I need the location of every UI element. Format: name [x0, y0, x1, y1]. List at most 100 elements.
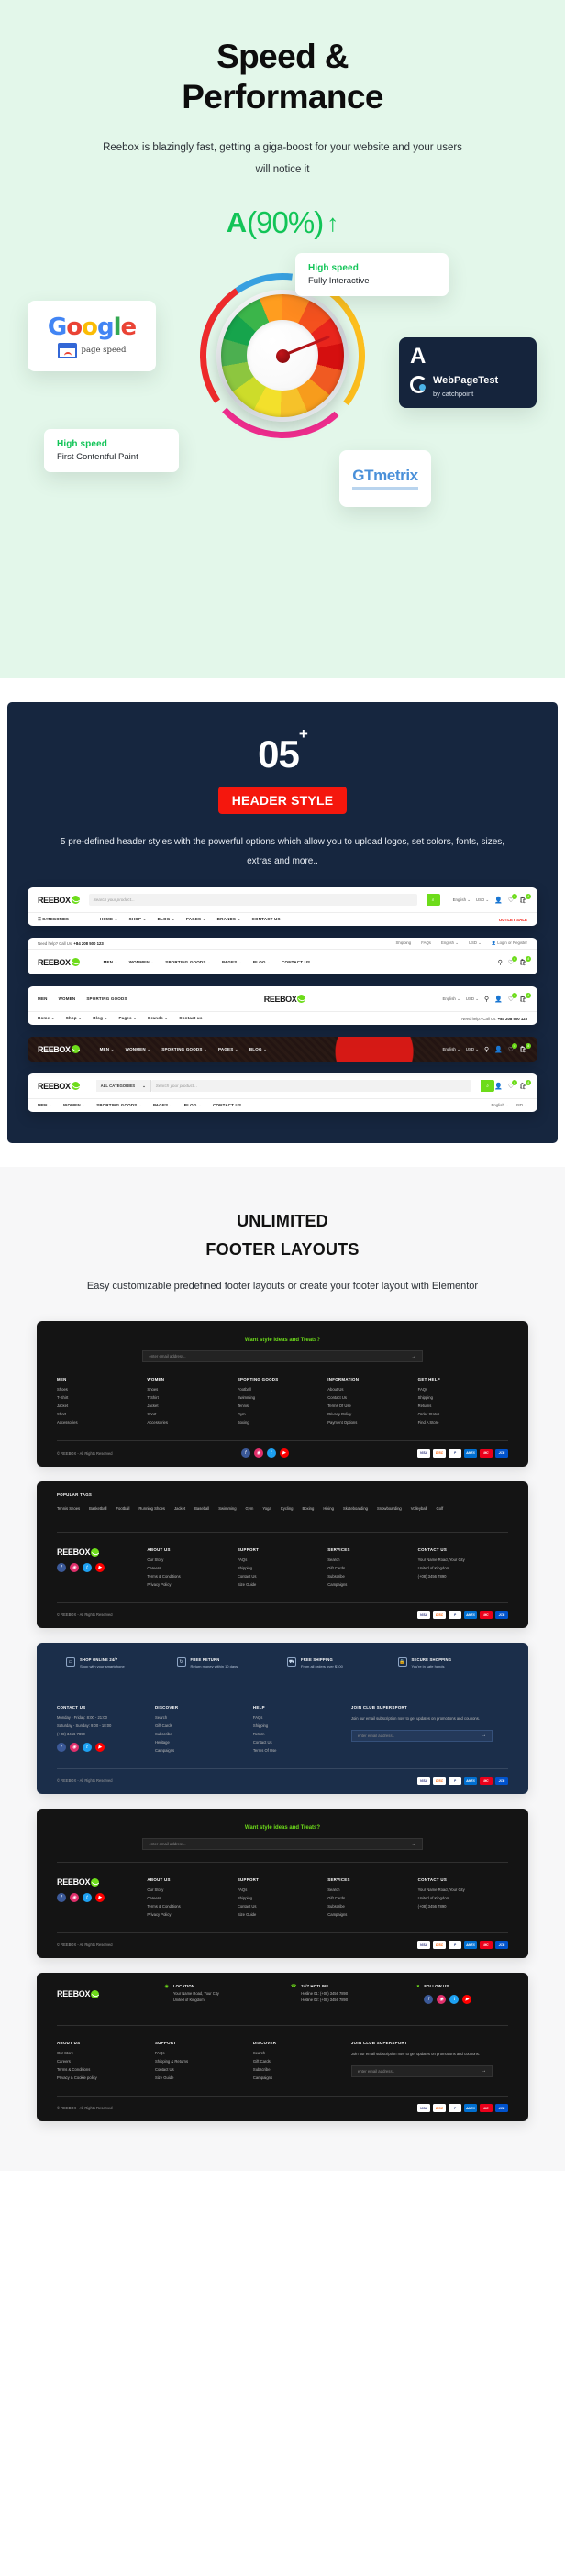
list-item[interactable]: Short [57, 1412, 147, 1416]
account-icon[interactable]: 👤 [494, 897, 503, 904]
search-button[interactable]: ⌕ [426, 894, 440, 906]
menu-item-blog[interactable]: BLOG [253, 960, 271, 965]
list-item[interactable]: Heritage [155, 1740, 253, 1745]
account-icon[interactable]: 👤 [494, 996, 503, 1003]
menu-item-contact[interactable]: CONTACT US [213, 1103, 241, 1108]
tag-item[interactable]: Jacket [174, 1506, 185, 1511]
tag-item[interactable]: Tennis Shoes [57, 1506, 80, 1511]
menu-item-contact[interactable]: CONTACT US [282, 960, 310, 965]
youtube-icon[interactable]: ▶ [279, 1448, 289, 1459]
tag-item[interactable]: Running Shoes [138, 1506, 165, 1511]
list-item[interactable]: Short [147, 1412, 237, 1416]
menu-item-sporting-goods[interactable]: SPORTING GOODS [161, 1047, 207, 1052]
list-item[interactable]: Careers [57, 2059, 155, 2064]
list-item[interactable]: Subscribe [253, 2067, 351, 2072]
brand-logo[interactable]: REEBOX [38, 1082, 80, 1091]
brand-logo[interactable]: REEBOX [57, 1989, 149, 1998]
list-item[interactable]: Search [327, 1558, 417, 1562]
list-item[interactable]: Payment Options [327, 1420, 417, 1425]
currency-select[interactable]: USD ⌄ [515, 1103, 527, 1108]
tag-item[interactable]: Swimming [218, 1506, 236, 1511]
list-item[interactable]: Contact Us [253, 1740, 351, 1745]
list-item[interactable]: Privacy Policy [147, 1912, 237, 1917]
list-item[interactable]: Careers [147, 1566, 237, 1570]
footer-mockup-4[interactable]: Want style ideas and Treats? enter email… [37, 1809, 528, 1959]
menu-item-pages[interactable]: PAGES [153, 1103, 173, 1108]
categories-button[interactable]: ☰ CATEGORIES [38, 917, 69, 922]
instagram-icon[interactable]: ◉ [253, 1448, 263, 1459]
list-item[interactable]: Subscribe [155, 1732, 253, 1736]
list-item[interactable]: Gym [238, 1412, 327, 1416]
list-item[interactable]: Size Guide [155, 2075, 253, 2080]
search-icon[interactable]: ⚲ [484, 996, 489, 1003]
menu-item-sporting-goods[interactable]: SPORTING GOODS [96, 1103, 142, 1108]
list-item[interactable]: Search [155, 1715, 253, 1720]
header-mockup-2[interactable]: Need help? Call Us: +84 208 500 123 Ship… [28, 938, 537, 974]
list-item[interactable]: Terms & Conditions [147, 1904, 237, 1909]
list-item[interactable]: Gift Cards [327, 1566, 417, 1570]
list-item[interactable]: Campaigns [327, 1912, 417, 1917]
language-select[interactable]: English ⌄ [442, 996, 460, 1002]
footer-mockup-3[interactable]: ▭ SHOP ONLINE 24/7 Shop with your smartp… [37, 1643, 528, 1795]
list-item[interactable]: Our Story [147, 1888, 237, 1892]
facebook-icon[interactable]: f [240, 1448, 250, 1459]
tag-item[interactable]: Cycling [281, 1506, 294, 1511]
menu-item-sporting-goods[interactable]: SPORTING GOODS [86, 996, 127, 1001]
twitter-icon[interactable]: t [83, 1893, 92, 1903]
topbar-faqs[interactable]: FAQs [421, 941, 431, 946]
cart-icon[interactable]: 🛍 4 [519, 1079, 531, 1090]
list-item[interactable]: Contact Us [155, 2067, 253, 2072]
list-item[interactable]: T-Shirt [147, 1395, 237, 1400]
list-item[interactable]: Shipping [253, 1723, 351, 1728]
menu-item-home[interactable]: Home [38, 1016, 55, 1021]
instagram-icon[interactable]: ◉ [437, 1995, 447, 2005]
instagram-icon[interactable]: ◉ [70, 1743, 79, 1753]
newsletter-input[interactable]: enter email address.. → [350, 1729, 493, 1742]
list-item[interactable]: Search [327, 1888, 417, 1892]
search-icon[interactable]: ⚲ [498, 959, 503, 966]
list-item[interactable]: Boxing [238, 1420, 327, 1425]
submit-arrow-icon[interactable]: → [482, 1733, 486, 1738]
menu-item-pages[interactable]: PAGES [222, 960, 242, 965]
facebook-icon[interactable]: f [424, 1995, 434, 2005]
list-item[interactable]: Jacket [57, 1404, 147, 1408]
list-item[interactable]: FAQs [253, 1715, 351, 1720]
list-item[interactable]: Subscribe [327, 1904, 417, 1909]
menu-item-shop[interactable]: SHOP [129, 917, 147, 922]
list-item[interactable]: Gift Cards [253, 2059, 351, 2064]
menu-item-contact[interactable]: CONTACT US [252, 917, 281, 922]
footer-mockup-1[interactable]: Want style ideas and Treats? enter email… [37, 1321, 528, 1468]
wishlist-icon[interactable]: ♡ 4 [508, 992, 518, 1003]
tag-item[interactable]: Golf [436, 1506, 443, 1511]
menu-item-women[interactable]: WOMEN [63, 1103, 85, 1108]
list-item[interactable]: FAQs [155, 2051, 253, 2055]
twitter-icon[interactable]: t [83, 1563, 92, 1573]
facebook-icon[interactable]: f [57, 1893, 66, 1903]
list-item[interactable]: Order Status [418, 1412, 508, 1416]
wishlist-icon[interactable]: ♡ 4 [508, 1079, 518, 1090]
list-item[interactable]: Terms Of Use [253, 1748, 351, 1753]
search-icon[interactable]: ⚲ [484, 1046, 489, 1053]
header-mockup-3[interactable]: MEN WOMEN SPORTING GOODS REEBOX English … [28, 986, 537, 1025]
outlet-sale-link[interactable]: OUTLET SALE [499, 918, 527, 922]
menu-item-brands[interactable]: Brands [148, 1016, 168, 1021]
cart-icon[interactable]: 🛍 4 [519, 893, 531, 904]
tag-item[interactable]: Gym [246, 1506, 254, 1511]
submit-arrow-icon[interactable]: → [412, 1354, 416, 1360]
currency-select[interactable]: USD ⌄ [466, 1047, 479, 1052]
instagram-icon[interactable]: ◉ [70, 1893, 79, 1903]
submit-arrow-icon[interactable]: → [412, 1842, 416, 1847]
menu-item-blog[interactable]: BLOG [158, 917, 175, 922]
menu-item-women[interactable]: WONMEN [126, 1047, 151, 1052]
list-item[interactable]: Contact Us [327, 1395, 417, 1400]
newsletter-input[interactable]: enter email address.. → [350, 2064, 493, 2077]
facebook-icon[interactable]: f [57, 1563, 66, 1573]
list-item[interactable]: Privacy Policy [327, 1412, 417, 1416]
tag-item[interactable]: Boxing [303, 1506, 315, 1511]
list-item[interactable]: Returns [418, 1404, 508, 1408]
menu-item-contact[interactable]: Contact us [179, 1016, 202, 1021]
instagram-icon[interactable]: ◉ [70, 1563, 79, 1573]
menu-item-men[interactable]: MEN [100, 1047, 115, 1052]
topbar-shipping[interactable]: Shipping [395, 941, 411, 946]
list-item[interactable]: Shoes [147, 1387, 237, 1392]
